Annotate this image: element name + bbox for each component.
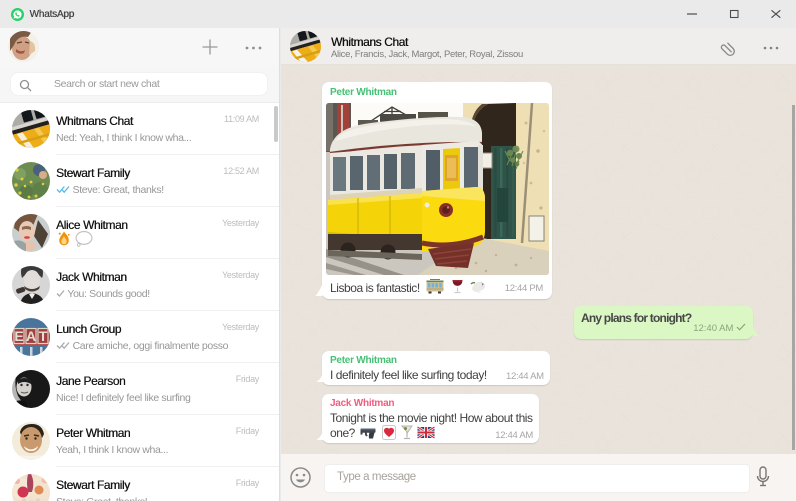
svg-text:E: E: [14, 328, 23, 344]
svg-text:A: A: [26, 328, 36, 344]
svg-text:T: T: [39, 328, 48, 344]
